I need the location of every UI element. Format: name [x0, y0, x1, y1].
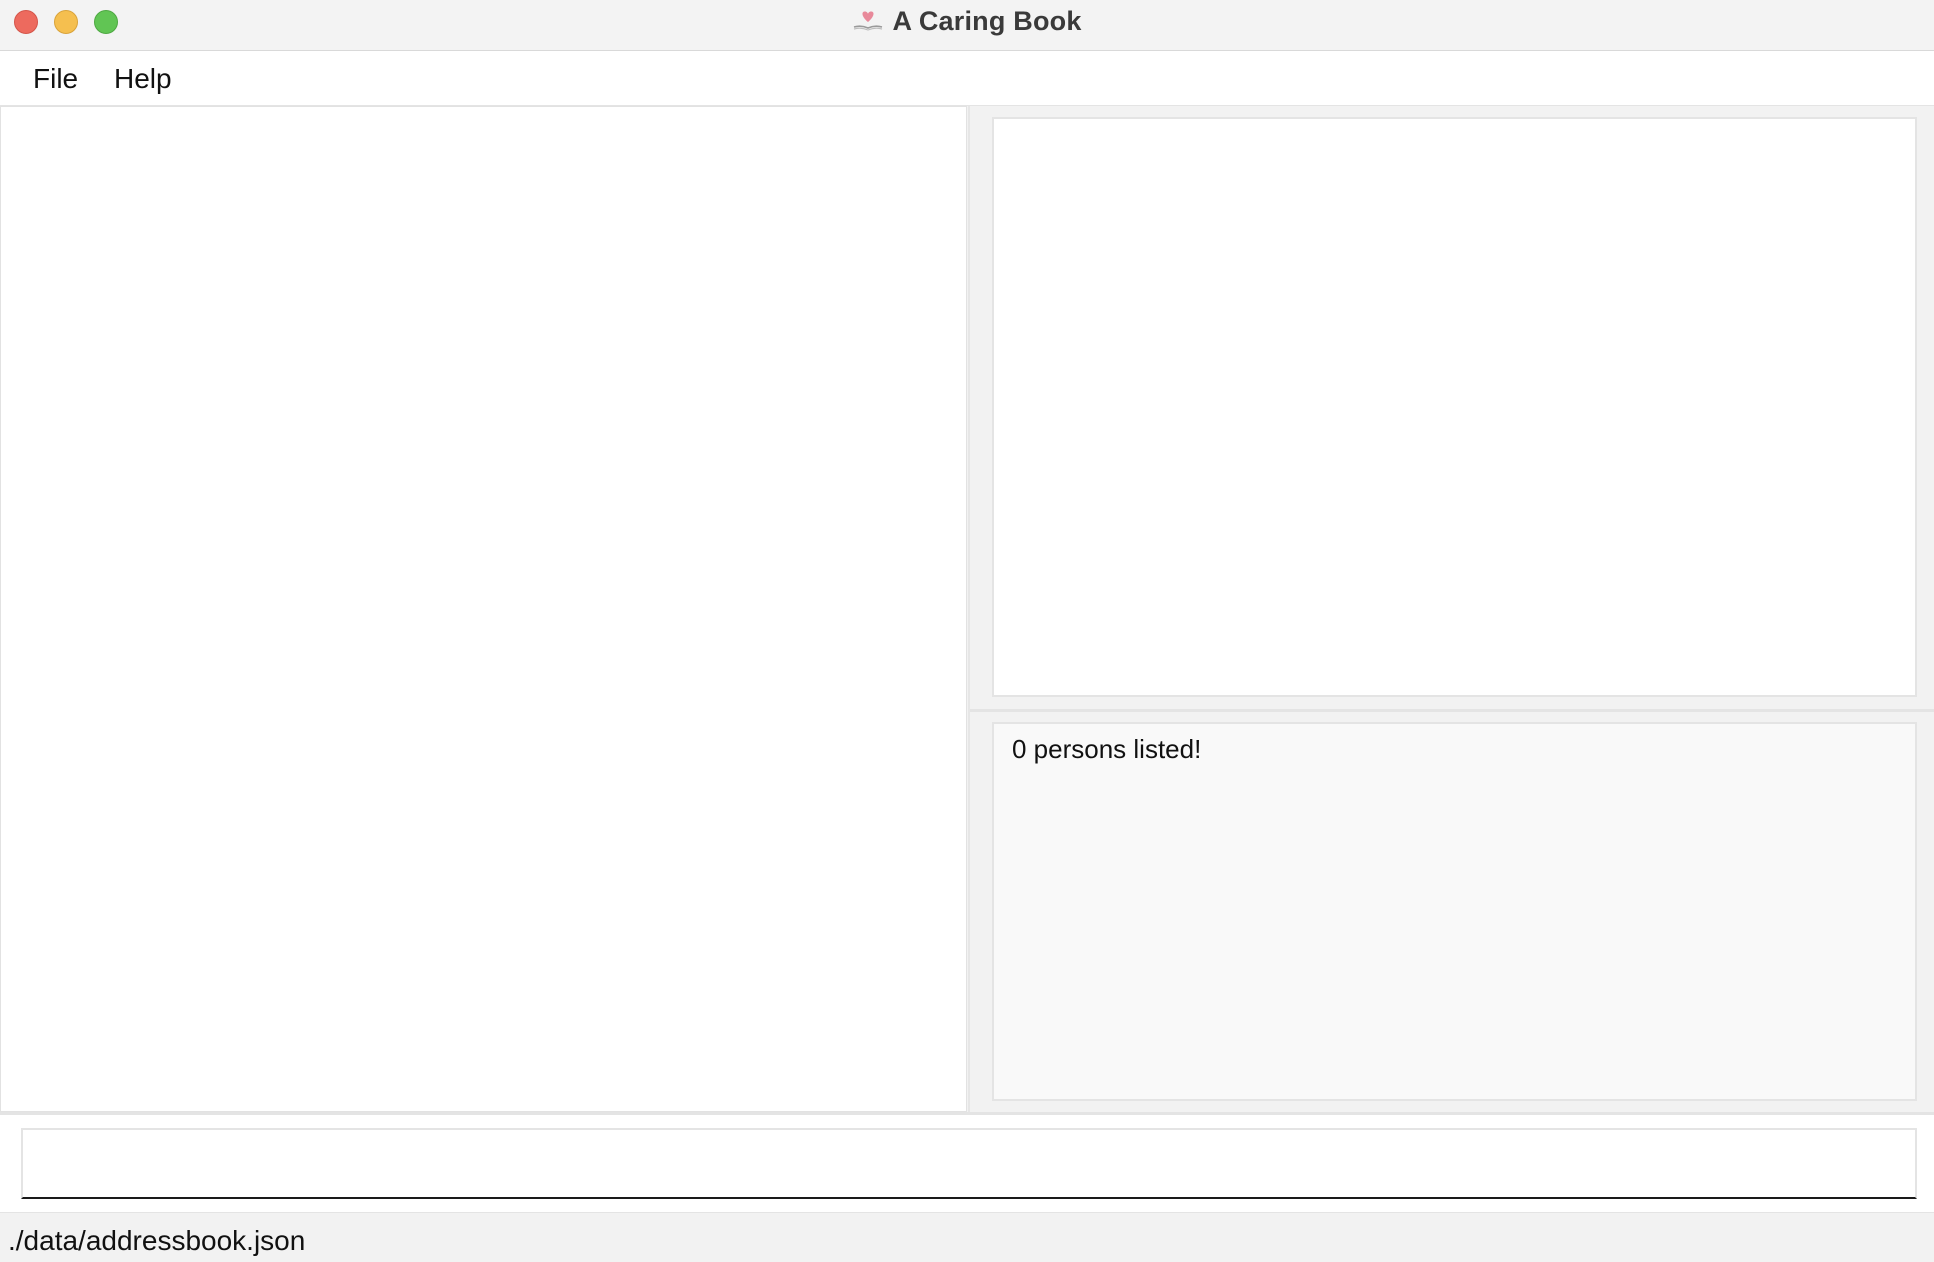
result-display [992, 117, 1917, 697]
command-input[interactable] [21, 1128, 1917, 1199]
command-box-area [0, 1115, 1934, 1213]
heart-book-icon [852, 8, 884, 34]
window-title-group: A Caring Book [0, 0, 1934, 42]
save-location-path: ./data/addressbook.json [8, 1225, 306, 1256]
menu-file[interactable]: File [29, 61, 82, 97]
menu-bar: File Help [0, 51, 1934, 106]
person-list-panel[interactable] [0, 106, 967, 1112]
feedback-box: 0 persons listed! [992, 722, 1917, 1101]
window-title: A Caring Book [892, 5, 1082, 36]
status-bar: ./data/addressbook.json [0, 1213, 1934, 1262]
right-pane-divider[interactable] [970, 709, 1934, 712]
app-window: A Caring Book File Help 0 persons listed… [0, 0, 1934, 1262]
feedback-message: 0 persons listed! [1012, 734, 1202, 764]
split-pane-divider[interactable] [968, 106, 970, 1112]
menu-help[interactable]: Help [110, 61, 176, 97]
title-bar: A Caring Book [0, 0, 1934, 51]
